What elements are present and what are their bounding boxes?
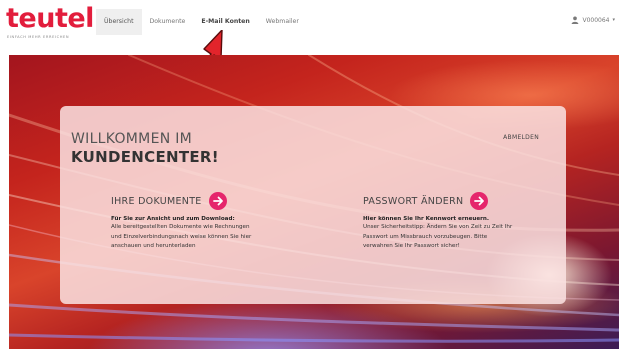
welcome-panel: WILLKOMMEN IM KUNDENCENTER! ABMELDEN IHR…	[60, 106, 566, 304]
arrow-right-icon	[212, 196, 223, 206]
password-section: PASSWORT ÄNDERN Hier können Sie Ihr Kenn…	[363, 192, 533, 252]
arrow-right-icon	[474, 196, 485, 206]
nav-item-uebersicht[interactable]: Übersicht	[96, 9, 142, 35]
documents-title[interactable]: IHRE DOKUMENTE	[111, 196, 202, 207]
documents-description: Alle bereitgestellten Dokumente wie Rech…	[111, 224, 252, 250]
logo-wordmark: teutel	[6, 3, 94, 34]
caret-down-icon: ▾	[612, 17, 615, 23]
password-button[interactable]	[470, 192, 489, 210]
nav-item-webmailer[interactable]: Webmailer	[258, 9, 307, 35]
user-menu[interactable]: V000064 ▾	[571, 16, 615, 24]
password-title[interactable]: PASSWORT ÄNDERN	[363, 196, 463, 207]
top-header: teutel EINFACH MEHR ERREICHEN Übersicht …	[0, 0, 619, 47]
logo-tagline: EINFACH MEHR ERREICHEN	[7, 35, 70, 39]
documents-button[interactable]	[208, 192, 227, 210]
documents-lead: Für Sie zur Ansicht und zum Download:	[111, 216, 235, 222]
user-icon	[572, 16, 579, 24]
documents-section: IHRE DOKUMENTE Für Sie zur Ansicht und z…	[111, 192, 281, 252]
teutel-logo[interactable]: teutel EINFACH MEHR ERREICHEN	[6, 3, 94, 39]
password-lead: Hier können Sie Ihr Kennwort erneuern.	[363, 216, 490, 222]
logout-link[interactable]: ABMELDEN	[503, 134, 539, 141]
password-header: PASSWORT ÄNDERN	[363, 192, 533, 210]
welcome-heading-line1: WILLKOMMEN IM	[71, 131, 193, 147]
user-id-label: V000064	[582, 16, 610, 24]
hero-banner: WILLKOMMEN IM KUNDENCENTER! ABMELDEN IHR…	[9, 55, 619, 349]
password-description: Unser Sicherheitstipp: Ändern Sie von Ze…	[363, 224, 513, 250]
welcome-heading-line2: KUNDENCENTER!	[71, 148, 219, 166]
documents-header: IHRE DOKUMENTE	[111, 192, 281, 210]
nav-item-dokumente[interactable]: Dokumente	[142, 9, 194, 35]
